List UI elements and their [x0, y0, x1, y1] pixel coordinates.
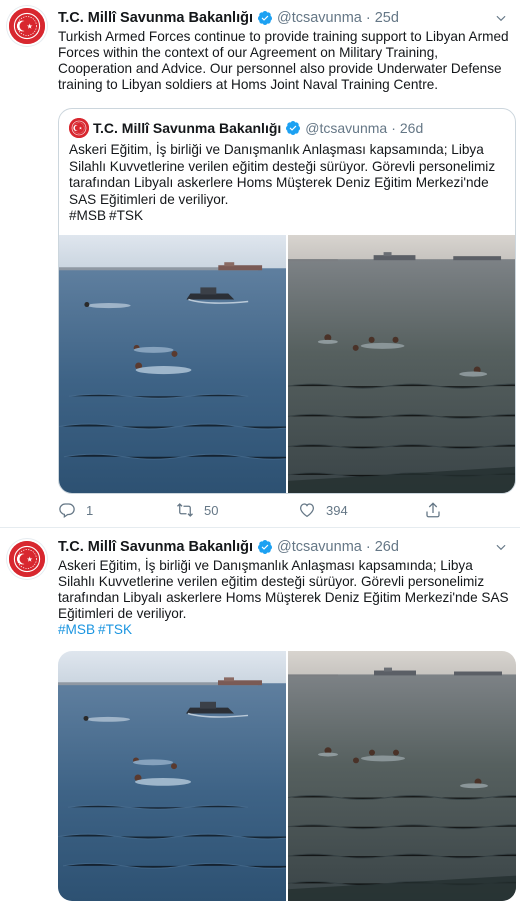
like-count: 394 [326, 502, 348, 518]
hashtag-link[interactable]: #TSK [98, 622, 132, 637]
quoted-media-grid [59, 235, 515, 493]
media-photo[interactable] [288, 651, 516, 901]
quoted-tweet[interactable]: T.C. Millî Savunma Bakanlığı @tcsavunma … [58, 108, 516, 494]
quoted-text-body: Askeri Eğitim, İş birliği ve Danışmanlık… [69, 142, 496, 207]
quoted-tweet-header: T.C. Millî Savunma Bakanlığı @tcsavunma … [93, 118, 423, 138]
ministry-emblem-logo [9, 541, 45, 577]
quoted-tweet-text: Askeri Eğitim, İş birliği ve Danışmanlık… [69, 142, 505, 225]
like-button[interactable]: 394 [298, 501, 348, 519]
tweet-actions: 1 50 394 [58, 500, 498, 520]
media-photo[interactable] [58, 651, 286, 901]
tweet-timestamp[interactable]: 25d [375, 10, 399, 26]
hashtag-link[interactable]: #MSB [58, 622, 95, 637]
chevron-down-icon[interactable] [494, 11, 508, 25]
author-handle[interactable]: @tcsavunma [277, 539, 362, 555]
author-display-name[interactable]: T.C. Millî Savunma Bakanlığı [58, 539, 253, 555]
verified-badge-icon [285, 120, 301, 136]
reply-icon [58, 501, 76, 519]
separator-dot: · [391, 120, 396, 136]
author-handle[interactable]: @tcsavunma [277, 10, 362, 26]
separator-dot: · [365, 539, 371, 555]
media-photo[interactable] [59, 235, 286, 493]
separator-dot: · [365, 10, 371, 26]
ministry-emblem-logo [69, 118, 89, 138]
retweet-icon [176, 501, 194, 519]
quoted-avatar [69, 118, 89, 138]
quoted-timestamp: 26d [399, 120, 424, 136]
tweet-text: Askeri Eğitim, İş birliği ve Danışmanlık… [58, 558, 510, 638]
reply-count: 1 [86, 502, 94, 518]
verified-badge-icon [257, 539, 273, 555]
ministry-emblem-logo [9, 8, 45, 44]
share-button[interactable] [424, 501, 442, 519]
tweet-text-body: Askeri Eğitim, İş birliği ve Danışmanlık… [58, 558, 509, 621]
sea-training-photo [288, 235, 515, 493]
tweet-header: T.C. Millî Savunma Bakanlığı @tcsavunma … [58, 8, 500, 28]
hashtag: #MSB [69, 208, 107, 223]
hashtag: #TSK [109, 208, 144, 223]
sea-training-photo [58, 651, 286, 901]
reply-button[interactable]: 1 [58, 501, 93, 519]
quoted-author-handle: @tcsavunma [305, 120, 388, 136]
tweet-media-grid [58, 651, 516, 901]
avatar[interactable] [7, 539, 47, 579]
media-photo[interactable] [288, 235, 515, 493]
retweet-count: 50 [204, 502, 219, 518]
tweet-timestamp[interactable]: 26d [375, 539, 399, 555]
author-display-name[interactable]: T.C. Millî Savunma Bakanlığı [58, 10, 253, 26]
tweet-header: T.C. Millî Savunma Bakanlığı @tcsavunma … [58, 537, 500, 557]
verified-badge-icon [257, 10, 273, 26]
share-icon [424, 501, 442, 519]
quoted-author-display-name: T.C. Millî Savunma Bakanlığı [93, 120, 282, 136]
tweet-text: Turkish Armed Forces continue to provide… [58, 29, 509, 92]
avatar[interactable] [7, 6, 47, 46]
sea-training-photo [288, 651, 516, 901]
heart-icon [298, 501, 316, 519]
retweet-button[interactable]: 50 [176, 501, 218, 519]
chevron-down-icon[interactable] [494, 540, 508, 554]
sea-training-photo [59, 235, 286, 493]
tweet[interactable]: T.C. Millî Savunma Bakanlığı @tcsavunma … [0, 0, 520, 528]
